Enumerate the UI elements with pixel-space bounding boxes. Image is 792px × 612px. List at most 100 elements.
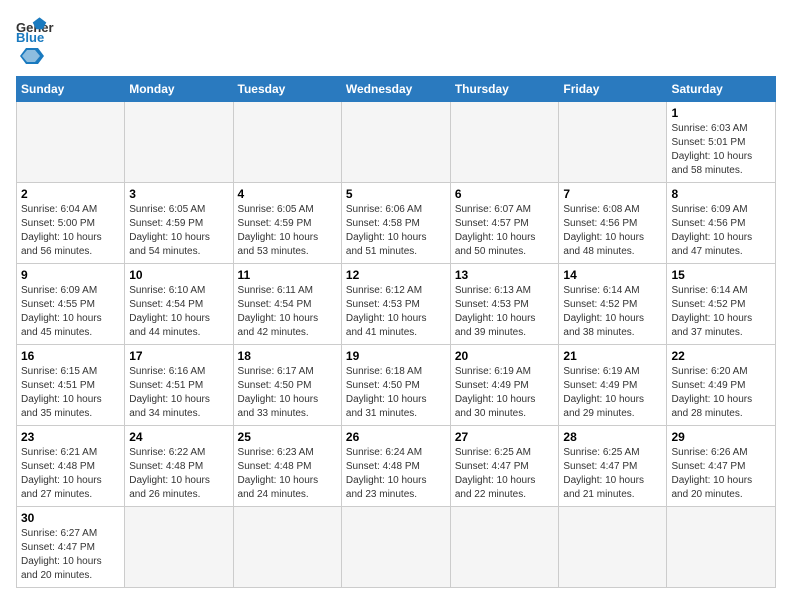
day-number: 24 — [129, 430, 228, 444]
day-info: Sunrise: 6:21 AM Sunset: 4:48 PM Dayligh… — [21, 446, 120, 502]
day-info: Sunrise: 6:09 AM Sunset: 4:55 PM Dayligh… — [21, 284, 120, 340]
weekday-header-sunday: Sunday — [17, 77, 125, 102]
day-info: Sunrise: 6:11 AM Sunset: 4:54 PM Dayligh… — [238, 284, 337, 340]
calendar-cell — [17, 102, 125, 183]
calendar-cell: 25Sunrise: 6:23 AM Sunset: 4:48 PM Dayli… — [233, 426, 341, 507]
day-info: Sunrise: 6:05 AM Sunset: 4:59 PM Dayligh… — [129, 203, 228, 259]
calendar-cell: 15 Sunrise: 6:14 AM Sunset: 4:52 PM Dayli… — [667, 264, 776, 345]
calendar-cell: 2 Sunrise: 6:04 AM Sunset: 5:00 PM Daylig… — [17, 183, 125, 264]
calendar-cell: 5Sunrise: 6:06 AM Sunset: 4:58 PM Daylig… — [341, 183, 450, 264]
calendar-cell — [125, 102, 233, 183]
day-number: 14 — [563, 268, 662, 282]
day-number: 2 — [21, 187, 120, 201]
weekday-header-tuesday: Tuesday — [233, 77, 341, 102]
calendar-cell: 26 Sunrise: 6:24 AM Sunset: 4:48 PM Dayli… — [341, 426, 450, 507]
day-info: Sunrise: 6:13 AM Sunset: 4:53 PM Dayligh… — [455, 284, 555, 340]
day-info: Sunrise: 6:09 AM Sunset: 4:56 PM Dayligh… — [671, 203, 771, 259]
calendar-cell: 27Sunrise: 6:25 AM Sunset: 4:47 PM Dayli… — [450, 426, 559, 507]
calendar-cell: 17 Sunrise: 6:16 AM Sunset: 4:51 PM Dayli… — [125, 345, 233, 426]
day-number: 29 — [671, 430, 771, 444]
calendar-cell: 20 Sunrise: 6:19 AM Sunset: 4:49 PM Dayli… — [450, 345, 559, 426]
day-info: Sunrise: 6:05 AM Sunset: 4:59 PM Dayligh… — [238, 203, 337, 259]
day-info: Sunrise: 6:15 AM Sunset: 4:51 PM Dayligh… — [21, 365, 120, 421]
calendar-cell: 28Sunrise: 6:25 AM Sunset: 4:47 PM Dayli… — [559, 426, 667, 507]
day-number: 20 — [455, 349, 555, 363]
calendar-cell: 1 Sunrise: 6:03 AM Sunset: 5:01 PM Daylig… — [667, 102, 776, 183]
day-number: 23 — [21, 430, 120, 444]
day-number: 22 — [671, 349, 771, 363]
day-number: 3 — [129, 187, 228, 201]
day-number: 18 — [238, 349, 337, 363]
weekday-header-saturday: Saturday — [667, 77, 776, 102]
calendar-cell — [667, 507, 776, 588]
day-number: 11 — [238, 268, 337, 282]
logo-icon: General Blue — [16, 16, 54, 44]
calendar-cell: 7 Sunrise: 6:08 AM Sunset: 4:56 PM Daylig… — [559, 183, 667, 264]
calendar-cell: 3 Sunrise: 6:05 AM Sunset: 4:59 PM Daylig… — [125, 183, 233, 264]
day-info: Sunrise: 6:19 AM Sunset: 4:49 PM Dayligh… — [455, 365, 555, 421]
day-number: 1 — [671, 106, 771, 120]
calendar-cell: 23 Sunrise: 6:21 AM Sunset: 4:48 PM Dayli… — [17, 426, 125, 507]
calendar-cell: 30 Sunrise: 6:27 AM Sunset: 4:47 PM Dayli… — [17, 507, 125, 588]
calendar-cell: 6Sunrise: 6:07 AM Sunset: 4:57 PM Daylig… — [450, 183, 559, 264]
day-info: Sunrise: 6:24 AM Sunset: 4:48 PM Dayligh… — [346, 446, 446, 502]
day-info: Sunrise: 6:25 AM Sunset: 4:47 PM Dayligh… — [455, 446, 555, 502]
calendar-cell: 14 Sunrise: 6:14 AM Sunset: 4:52 PM Dayli… — [559, 264, 667, 345]
calendar-cell — [559, 507, 667, 588]
day-number: 26 — [346, 430, 446, 444]
day-info: Sunrise: 6:10 AM Sunset: 4:54 PM Dayligh… — [129, 284, 228, 340]
day-number: 25 — [238, 430, 337, 444]
day-info: Sunrise: 6:20 AM Sunset: 4:49 PM Dayligh… — [671, 365, 771, 421]
calendar-cell — [341, 507, 450, 588]
calendar-cell: 10 Sunrise: 6:10 AM Sunset: 4:54 PM Dayli… — [125, 264, 233, 345]
calendar-cell — [233, 507, 341, 588]
calendar-cell: 4Sunrise: 6:05 AM Sunset: 4:59 PM Daylig… — [233, 183, 341, 264]
weekday-header-wednesday: Wednesday — [341, 77, 450, 102]
calendar-cell: 21 Sunrise: 6:19 AM Sunset: 4:49 PM Dayli… — [559, 345, 667, 426]
day-info: Sunrise: 6:08 AM Sunset: 4:56 PM Dayligh… — [563, 203, 662, 259]
calendar-cell: 12 Sunrise: 6:12 AM Sunset: 4:53 PM Dayli… — [341, 264, 450, 345]
day-info: Sunrise: 6:27 AM Sunset: 4:47 PM Dayligh… — [21, 527, 120, 583]
calendar-cell — [341, 102, 450, 183]
day-number: 6 — [455, 187, 555, 201]
day-number: 13 — [455, 268, 555, 282]
calendar-cell: 19 Sunrise: 6:18 AM Sunset: 4:50 PM Dayli… — [341, 345, 450, 426]
day-number: 7 — [563, 187, 662, 201]
calendar-cell: 11 Sunrise: 6:11 AM Sunset: 4:54 PM Dayli… — [233, 264, 341, 345]
calendar-cell: 18 Sunrise: 6:17 AM Sunset: 4:50 PM Dayli… — [233, 345, 341, 426]
day-number: 30 — [21, 511, 120, 525]
calendar-cell — [125, 507, 233, 588]
day-number: 10 — [129, 268, 228, 282]
calendar-cell — [450, 102, 559, 183]
day-number: 15 — [671, 268, 771, 282]
day-info: Sunrise: 6:03 AM Sunset: 5:01 PM Dayligh… — [671, 122, 771, 178]
logo: General Blue — [16, 16, 54, 66]
day-info: Sunrise: 6:25 AM Sunset: 4:47 PM Dayligh… — [563, 446, 662, 502]
day-info: Sunrise: 6:17 AM Sunset: 4:50 PM Dayligh… — [238, 365, 337, 421]
calendar-cell: 8 Sunrise: 6:09 AM Sunset: 4:56 PM Daylig… — [667, 183, 776, 264]
day-number: 19 — [346, 349, 446, 363]
weekday-header-friday: Friday — [559, 77, 667, 102]
day-info: Sunrise: 6:19 AM Sunset: 4:49 PM Dayligh… — [563, 365, 662, 421]
day-info: Sunrise: 6:18 AM Sunset: 4:50 PM Dayligh… — [346, 365, 446, 421]
day-info: Sunrise: 6:14 AM Sunset: 4:52 PM Dayligh… — [563, 284, 662, 340]
calendar-cell: 22 Sunrise: 6:20 AM Sunset: 4:49 PM Dayli… — [667, 345, 776, 426]
day-number: 12 — [346, 268, 446, 282]
page-header: General Blue — [16, 16, 776, 66]
day-number: 16 — [21, 349, 120, 363]
calendar-cell: 16 Sunrise: 6:15 AM Sunset: 4:51 PM Dayli… — [17, 345, 125, 426]
day-number: 21 — [563, 349, 662, 363]
weekday-header-monday: Monday — [125, 77, 233, 102]
day-number: 9 — [21, 268, 120, 282]
day-number: 8 — [671, 187, 771, 201]
day-info: Sunrise: 6:22 AM Sunset: 4:48 PM Dayligh… — [129, 446, 228, 502]
svg-text:Blue: Blue — [16, 30, 44, 44]
calendar-cell: 24 Sunrise: 6:22 AM Sunset: 4:48 PM Dayli… — [125, 426, 233, 507]
day-info: Sunrise: 6:14 AM Sunset: 4:52 PM Dayligh… — [671, 284, 771, 340]
day-info: Sunrise: 6:12 AM Sunset: 4:53 PM Dayligh… — [346, 284, 446, 340]
logo-blue-icon — [18, 46, 44, 66]
day-number: 17 — [129, 349, 228, 363]
calendar-cell — [233, 102, 341, 183]
day-info: Sunrise: 6:04 AM Sunset: 5:00 PM Dayligh… — [21, 203, 120, 259]
day-info: Sunrise: 6:16 AM Sunset: 4:51 PM Dayligh… — [129, 365, 228, 421]
